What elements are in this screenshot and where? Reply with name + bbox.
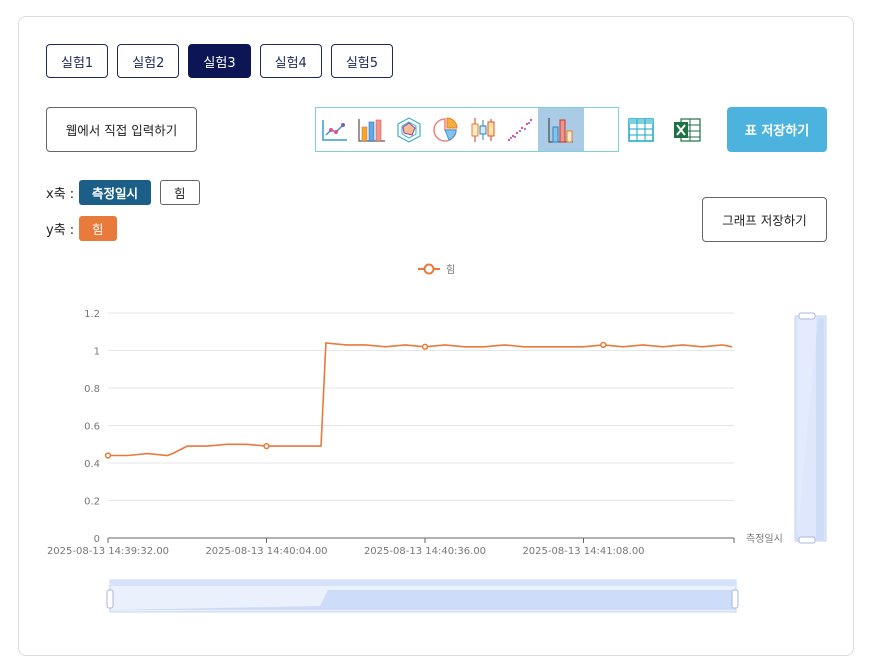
y-tick-labels: 0 0.2 0.4 0.6 0.8 1 1.2 (84, 309, 100, 545)
line-chart: 0 0.2 0.4 0.6 0.8 1 1.2 2025-08-13 14:39:32.00… (47, 263, 827, 613)
x-tick-labels: 2025-08-13 14:39:32.00 2025-08-13 14:40:0… (47, 546, 645, 557)
x-tick-label: 2025-08-13 14:41:08.00 (522, 546, 644, 557)
y-tick-label: 0.4 (84, 459, 100, 470)
data-point (104, 452, 112, 459)
legend-label: 힘 (446, 264, 455, 276)
legend[interactable]: 힘 (418, 263, 455, 276)
x-zoom-slider[interactable] (106, 579, 739, 613)
y-zoom-slider[interactable] (794, 312, 827, 544)
grid-lines (107, 312, 735, 543)
y-tick-label: 0.8 (84, 384, 100, 395)
x-slider-handle-right (731, 589, 739, 609)
y-tick-label: 1.2 (84, 309, 100, 320)
x-slider-handle-left (106, 589, 114, 609)
data-point (600, 341, 607, 349)
y-slider-handle-bottom (798, 536, 816, 544)
x-slider-bar (110, 580, 736, 586)
data-point (263, 442, 270, 450)
y-tick-label: 0.2 (84, 497, 100, 508)
x-tick-label: 2025-08-13 14:40:04.00 (205, 546, 327, 557)
x-axis-title: 측정일시 (746, 533, 783, 545)
legend-marker (423, 263, 435, 275)
y-slider-window (798, 316, 816, 540)
y-tick-label: 0.6 (84, 422, 100, 433)
series-line (108, 342, 733, 457)
y-tick-label: 1 (94, 347, 100, 358)
y-slider-handle-top (798, 312, 816, 320)
x-tick-label: 2025-08-13 14:39:32.00 (47, 546, 169, 557)
y-tick-label: 0 (94, 534, 100, 545)
series-force (104, 341, 733, 459)
data-point (421, 343, 429, 350)
x-tick-label: 2025-08-13 14:40:36.00 (364, 546, 486, 557)
